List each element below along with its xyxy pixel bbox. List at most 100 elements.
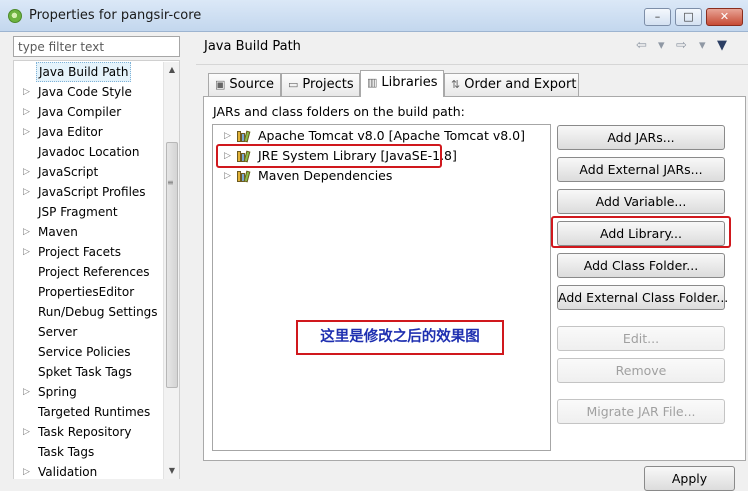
tree-item-java-code-style[interactable]: ▷ Java Code Style	[14, 82, 164, 102]
tree-item-label: Targeted Runtimes	[38, 405, 151, 419]
close-button[interactable]: ✕	[706, 8, 743, 26]
build-path-list[interactable]: ▷ Apache Tomcat v8.0 [Apache Tomcat v8.0…	[212, 124, 551, 451]
scroll-up-icon[interactable]: ▲	[164, 62, 180, 78]
expand-arrow-icon[interactable]: ▷	[224, 126, 231, 146]
build-path-heading: JARs and class folders on the build path…	[213, 104, 465, 119]
tree-item-label: Server	[38, 325, 78, 339]
library-icon	[237, 130, 251, 143]
add-library-highlight-box	[551, 216, 731, 248]
tree-item-label: JavaScript	[38, 165, 99, 179]
back-arrow-icon[interactable]: ⇦	[636, 38, 647, 53]
tree-item-javadoc-location[interactable]: Javadoc Location	[14, 142, 164, 162]
tree-item-task-tags[interactable]: Task Tags	[14, 442, 164, 462]
tree-item-spket-task-tags[interactable]: Spket Task Tags	[14, 362, 164, 382]
edit-button[interactable]: Edit...	[557, 326, 725, 351]
add-class-folder-button[interactable]: Add Class Folder...	[557, 253, 725, 278]
tree-item-label: Run/Debug Settings	[38, 305, 158, 319]
tree-item-server[interactable]: Server	[14, 322, 164, 342]
tree-item-label: Java Editor	[38, 125, 103, 139]
tree-item-task-repository[interactable]: ▷ Task Repository	[14, 422, 164, 442]
page-title: Java Build Path	[204, 39, 301, 54]
add-external-class-folder-button[interactable]: Add External Class Folder...	[557, 285, 728, 310]
tree-scrollbar[interactable]: ▲ ≡ ▼	[163, 62, 179, 479]
list-item-label: Apache Tomcat v8.0 [Apache Tomcat v8.0]	[258, 128, 525, 143]
tree-item-label: Task Tags	[38, 445, 95, 459]
tab-libraries[interactable]: ▥ Libraries	[360, 70, 444, 97]
expand-arrow-icon[interactable]: ▷	[23, 122, 30, 142]
forward-dropdown-icon[interactable]: ▾	[699, 38, 706, 53]
tree-item-label: Java Build Path	[36, 62, 132, 82]
order-export-icon: ⇅	[451, 78, 461, 91]
window-title: Properties for pangsir-core	[29, 8, 202, 23]
tree-item-jsp-fragment[interactable]: JSP Fragment	[14, 202, 164, 222]
add-external-jars-button[interactable]: Add External JARs...	[557, 157, 725, 182]
maximize-button[interactable]: □	[675, 8, 702, 26]
filter-input[interactable]	[13, 36, 180, 57]
tree-item-run-debug-settings[interactable]: Run/Debug Settings	[14, 302, 164, 322]
tree-item-label: PropertiesEditor	[38, 285, 135, 299]
scroll-down-icon[interactable]: ▼	[164, 463, 180, 479]
spring-app-icon	[8, 9, 22, 23]
tab-label: Source	[229, 77, 275, 92]
title-bar: Properties for pangsir-core – □ ✕	[0, 0, 748, 32]
tree-item-spring[interactable]: ▷ Spring	[14, 382, 164, 402]
expand-arrow-icon[interactable]: ▷	[23, 462, 30, 479]
tree-item-javascript-profiles[interactable]: ▷ JavaScript Profiles	[14, 182, 164, 202]
tree-item-label: Project References	[38, 265, 150, 279]
tab-source[interactable]: ▣ Source	[208, 73, 281, 96]
tree-item-label: Service Policies	[38, 345, 131, 359]
tree-item-java-editor[interactable]: ▷ Java Editor	[14, 122, 164, 142]
tree-item-maven[interactable]: ▷ Maven	[14, 222, 164, 242]
tree-item-properties-editor[interactable]: PropertiesEditor	[14, 282, 164, 302]
tree-item-label: Java Code Style	[38, 85, 132, 99]
tab-label: Libraries	[381, 75, 438, 90]
tree-item-label: Project Facets	[38, 245, 121, 259]
tree-item-label: JavaScript Profiles	[38, 185, 146, 199]
tab-label: Order and Export	[464, 77, 577, 92]
tree-item-label: Spket Task Tags	[38, 365, 132, 379]
tree-item-label: JSP Fragment	[38, 205, 118, 219]
migrate-jar-button[interactable]: Migrate JAR File...	[557, 399, 725, 424]
jre-highlight-box	[216, 144, 442, 168]
tree-item-service-policies[interactable]: Service Policies	[14, 342, 164, 362]
libraries-icon: ▥	[367, 76, 378, 89]
forward-arrow-icon[interactable]: ⇨	[676, 38, 687, 53]
tree-item-validation[interactable]: ▷ Validation	[14, 462, 164, 479]
tree-item-targeted-runtimes[interactable]: Targeted Runtimes	[14, 402, 164, 422]
scroll-grip-icon: ≡	[167, 178, 174, 187]
minimize-button[interactable]: –	[644, 8, 671, 26]
tree-item-label: Javadoc Location	[38, 145, 140, 159]
add-jars-button[interactable]: Add JARs...	[557, 125, 725, 150]
annotation-label: 这里是修改之后的效果图	[296, 320, 504, 355]
tab-order-and-export[interactable]: ⇅ Order and Export	[444, 73, 579, 96]
tree-item-java-build-path[interactable]: Java Build Path	[14, 62, 164, 82]
tree-item-java-compiler[interactable]: ▷ Java Compiler	[14, 102, 164, 122]
back-dropdown-icon[interactable]: ▾	[658, 38, 665, 53]
expand-arrow-icon[interactable]: ▷	[23, 182, 30, 202]
expand-arrow-icon[interactable]: ▷	[23, 242, 30, 262]
expand-arrow-icon[interactable]: ▷	[23, 222, 30, 242]
add-variable-button[interactable]: Add Variable...	[557, 189, 725, 214]
tab-projects[interactable]: ▭ Projects	[281, 73, 360, 96]
expand-arrow-icon[interactable]: ▷	[23, 102, 30, 122]
expand-arrow-icon[interactable]: ▷	[23, 382, 30, 402]
tree-item-label: Task Repository	[38, 425, 132, 439]
expand-arrow-icon[interactable]: ▷	[23, 82, 30, 102]
tree-item-project-facets[interactable]: ▷ Project Facets	[14, 242, 164, 262]
library-icon	[237, 170, 251, 183]
expand-arrow-icon[interactable]: ▷	[23, 422, 30, 442]
remove-button[interactable]: Remove	[557, 358, 725, 383]
expand-arrow-icon[interactable]: ▷	[224, 166, 231, 186]
view-menu-icon[interactable]: ▼	[717, 38, 727, 53]
tree-item-label: Validation	[38, 465, 98, 479]
header-divider	[196, 64, 748, 65]
tree-item-label: Maven	[38, 225, 78, 239]
source-folder-icon: ▣	[215, 78, 226, 91]
property-tree: Java Build Path ▷ Java Code Style ▷ Java C…	[13, 60, 180, 479]
tree-item-label: Spring	[38, 385, 77, 399]
expand-arrow-icon[interactable]: ▷	[23, 162, 30, 182]
project-folder-icon: ▭	[288, 78, 299, 91]
tree-item-javascript[interactable]: ▷ JavaScript	[14, 162, 164, 182]
tree-item-label: Java Compiler	[38, 105, 122, 119]
tree-item-project-references[interactable]: Project References	[14, 262, 164, 282]
